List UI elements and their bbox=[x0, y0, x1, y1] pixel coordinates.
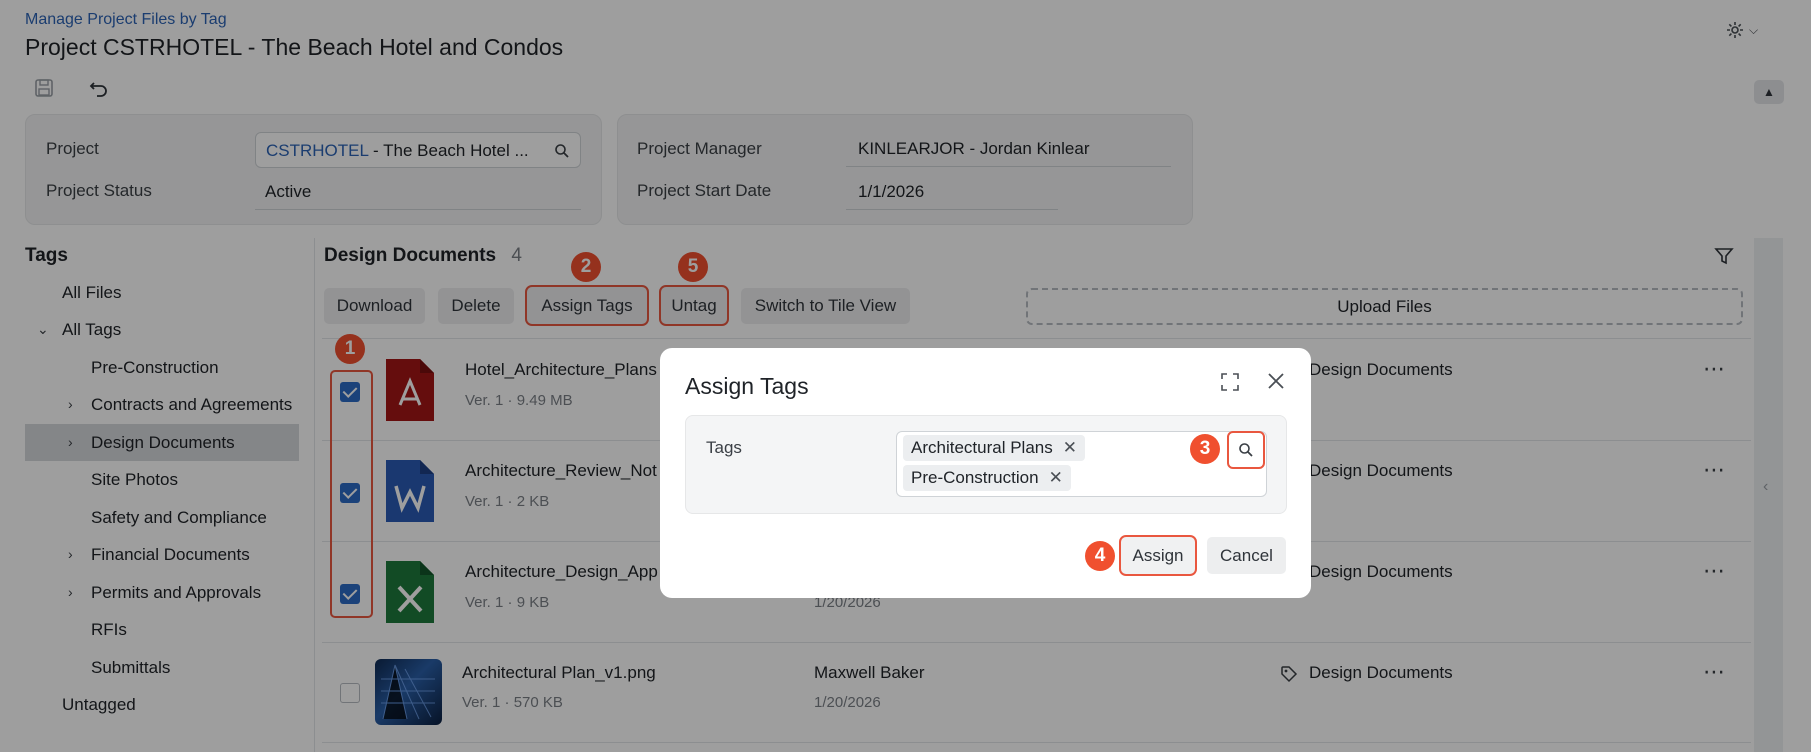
tag-chip: Architectural Plans ✕ bbox=[903, 435, 1085, 461]
assign-tags-dialog: Assign Tags Tags Architectural Plans ✕ P… bbox=[660, 348, 1311, 598]
dialog-title: Assign Tags bbox=[685, 373, 809, 399]
tag-chip-label: Pre-Construction bbox=[911, 468, 1039, 487]
tags-label: Tags bbox=[706, 438, 742, 457]
close-icon[interactable] bbox=[1267, 372, 1285, 390]
maximize-icon[interactable] bbox=[1220, 372, 1240, 392]
remove-tag-icon[interactable]: ✕ bbox=[1063, 438, 1077, 458]
cancel-button[interactable]: Cancel bbox=[1207, 537, 1286, 574]
tag-chip-label: Architectural Plans bbox=[911, 438, 1053, 457]
tag-chip: Pre-Construction ✕ bbox=[903, 465, 1071, 491]
assign-button[interactable]: Assign bbox=[1119, 535, 1197, 576]
callout-badge-3: 3 bbox=[1190, 434, 1220, 464]
callout-badge-4: 4 bbox=[1085, 541, 1115, 571]
remove-tag-icon[interactable]: ✕ bbox=[1049, 468, 1063, 488]
tag-search-button[interactable] bbox=[1227, 431, 1265, 469]
search-icon bbox=[1239, 443, 1253, 457]
